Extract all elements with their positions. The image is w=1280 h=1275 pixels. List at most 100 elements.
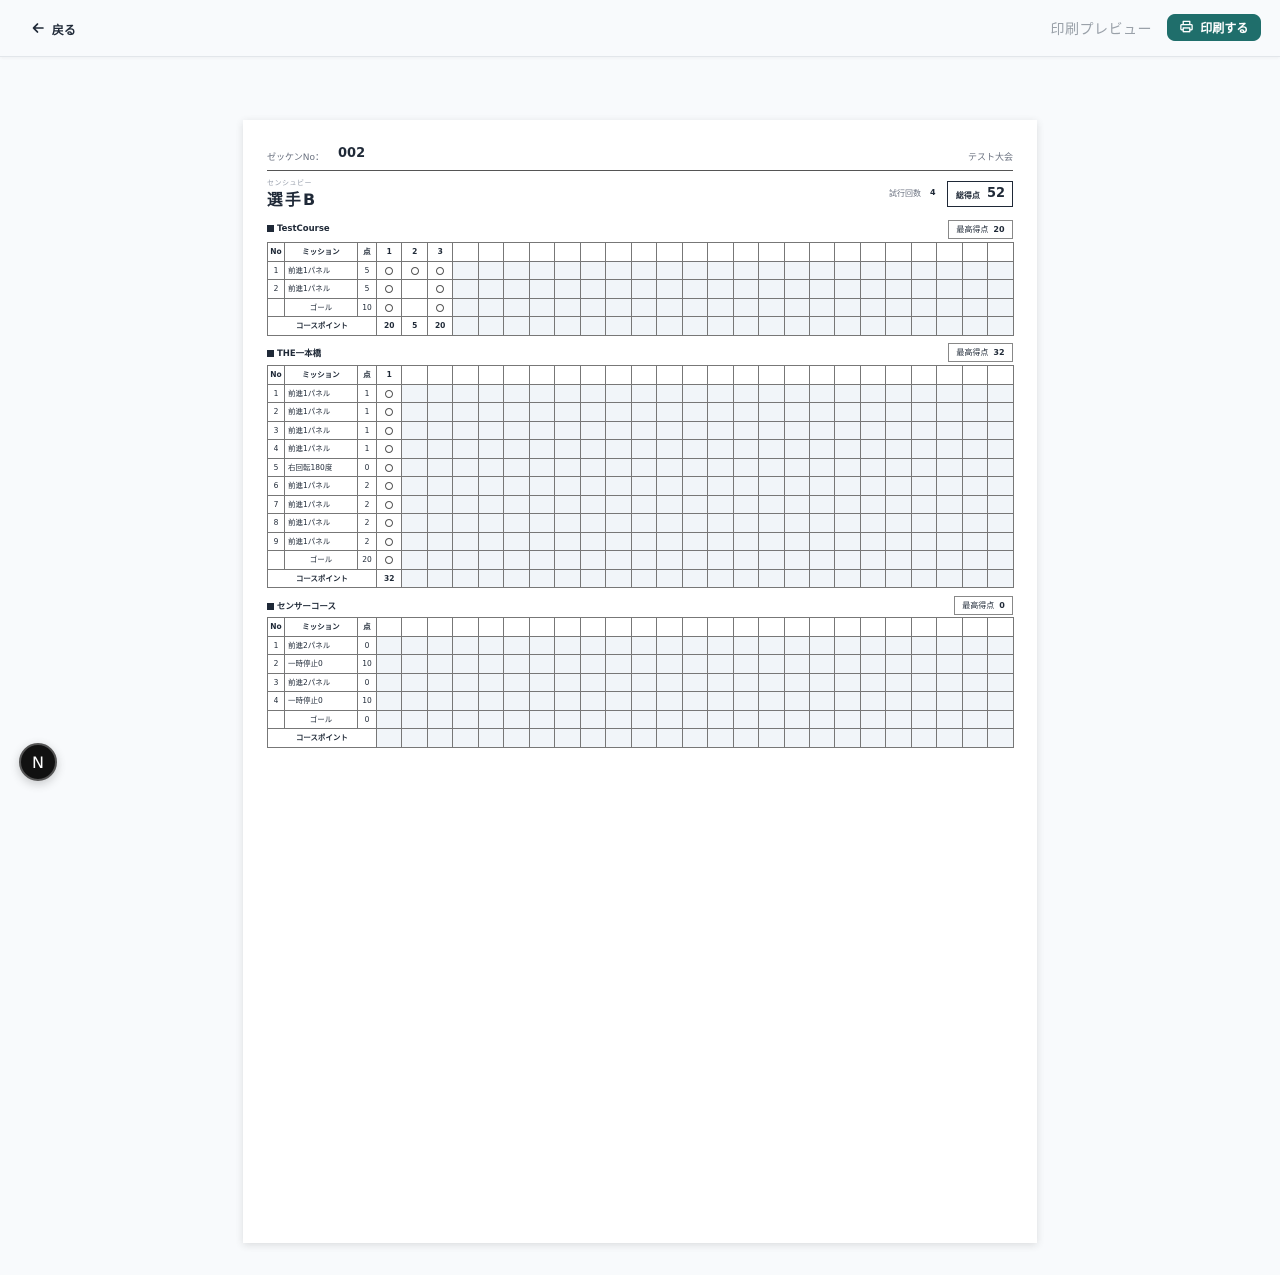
attempt-cell-empty bbox=[707, 513, 734, 533]
attempt-cell-empty bbox=[426, 513, 454, 533]
attempt-cell-empty bbox=[656, 709, 683, 729]
attempt-header-empty bbox=[987, 242, 1014, 262]
attempt-cell-empty bbox=[961, 279, 989, 299]
attempt-cell-empty bbox=[401, 654, 428, 674]
attempt-total-empty bbox=[707, 316, 734, 336]
attempt-total-empty bbox=[605, 316, 632, 336]
attempt-cell-empty bbox=[910, 260, 938, 280]
attempt-header-empty bbox=[375, 617, 403, 637]
attempt-cell-empty bbox=[885, 550, 912, 570]
attempt-cell-empty bbox=[910, 420, 938, 440]
attempt-cell-empty bbox=[732, 439, 760, 459]
mission-name: 前進1パネル bbox=[284, 383, 358, 403]
mission-points: 1 bbox=[357, 439, 377, 459]
attempt-cell-empty bbox=[859, 672, 887, 692]
attempt-cell-empty bbox=[528, 691, 556, 711]
attempt-cell-empty bbox=[605, 383, 632, 403]
attempt-header-empty bbox=[579, 242, 607, 262]
attempt-header-empty bbox=[885, 365, 912, 385]
mission-row: 1 前進2パネル 0 bbox=[267, 635, 1014, 655]
attempt-cell-empty bbox=[961, 494, 989, 514]
attempt-cell-empty bbox=[528, 457, 556, 477]
attempt-total-empty bbox=[885, 316, 912, 336]
attempt-cell-empty bbox=[783, 494, 810, 514]
attempt-cell-empty bbox=[910, 439, 938, 459]
attempt-total-empty bbox=[503, 568, 530, 588]
attempt-total-empty bbox=[630, 316, 658, 336]
back-button[interactable]: 戻る bbox=[30, 18, 76, 40]
attempt-cell-empty bbox=[707, 635, 734, 655]
attempt-total-empty bbox=[375, 728, 403, 748]
mission-points: 2 bbox=[357, 494, 377, 514]
attempt-total-empty bbox=[834, 316, 861, 336]
attempt-cell bbox=[401, 260, 428, 280]
attempt-cell-empty bbox=[834, 260, 861, 280]
attempt-cell-empty bbox=[732, 494, 760, 514]
col-no-header: No bbox=[267, 242, 285, 262]
attempt-cell-empty bbox=[808, 420, 836, 440]
attempt-cell-empty bbox=[987, 279, 1014, 299]
attempt-total-empty bbox=[987, 316, 1014, 336]
attempt-total-empty bbox=[401, 568, 428, 588]
attempt-cell-empty bbox=[910, 654, 938, 674]
attempt-cell-empty bbox=[859, 550, 887, 570]
attempt-cell-empty bbox=[477, 672, 505, 692]
attempt-cell-empty bbox=[426, 709, 454, 729]
attempt-cell-empty bbox=[503, 691, 530, 711]
attempt-header-empty bbox=[605, 617, 632, 637]
attempt-cell-empty bbox=[758, 513, 785, 533]
attempt-cell-empty bbox=[732, 513, 760, 533]
attempt-header-empty bbox=[503, 365, 530, 385]
attempt-cell-empty bbox=[910, 550, 938, 570]
print-button[interactable]: 印刷する bbox=[1167, 14, 1261, 41]
attempt-cell-empty bbox=[987, 383, 1014, 403]
attempt-cell-empty bbox=[630, 439, 658, 459]
attempt-cell-empty bbox=[859, 420, 887, 440]
attempt-cell-empty bbox=[758, 550, 785, 570]
mission-row: 4 前進1パネル 1 bbox=[267, 439, 1014, 459]
mission-no: 3 bbox=[267, 672, 285, 692]
attempt-cell-empty bbox=[834, 439, 861, 459]
back-label: 戻る bbox=[52, 22, 77, 37]
attempt-cell-empty bbox=[630, 691, 658, 711]
dev-tools-badge[interactable]: N bbox=[19, 743, 57, 781]
event-name: テスト大会 bbox=[967, 153, 1013, 163]
attempt-header-empty bbox=[452, 242, 479, 262]
mission-row: 3 前進1パネル 1 bbox=[267, 420, 1014, 440]
attempt-cell-empty bbox=[681, 672, 709, 692]
attempt-cell-empty bbox=[834, 513, 861, 533]
attempt-cell-empty bbox=[528, 402, 556, 422]
attempt-total-empty bbox=[961, 316, 989, 336]
attempt-cell-empty bbox=[503, 476, 530, 496]
attempt-header-empty bbox=[707, 242, 734, 262]
course-score-table: No ミッション点 1 2 3 1 前進1パネル 5 2 前進1パネル 5 ゴール 10 コースポイント 2… bbox=[267, 242, 1014, 336]
attempt-header-empty bbox=[834, 365, 861, 385]
cleared-circle-icon bbox=[385, 426, 394, 435]
attempt-cell-empty bbox=[528, 420, 556, 440]
mission-name: 前進2パネル bbox=[284, 672, 358, 692]
attempt-cell-empty bbox=[758, 383, 785, 403]
attempt-header-empty bbox=[783, 365, 810, 385]
mission-row: 1 前進1パネル 5 bbox=[267, 260, 1014, 280]
attempt-cell-empty bbox=[477, 635, 505, 655]
attempt-total-empty bbox=[936, 728, 963, 748]
attempt-total-empty bbox=[477, 568, 505, 588]
attempt-cell-empty bbox=[987, 420, 1014, 440]
attempt-cell-empty bbox=[783, 635, 810, 655]
attempt-cell-empty bbox=[987, 513, 1014, 533]
mission-row: 5 右回転180度 0 bbox=[267, 457, 1014, 477]
attempt-cell-empty bbox=[401, 709, 428, 729]
cleared-circle-icon bbox=[385, 408, 394, 417]
attempt-cell-empty bbox=[758, 402, 785, 422]
attempt-cell-empty bbox=[987, 402, 1014, 422]
attempt-cell-empty bbox=[732, 635, 760, 655]
mission-no: 2 bbox=[267, 654, 285, 674]
attempt-cell-empty bbox=[477, 476, 505, 496]
attempt-cell-empty bbox=[401, 476, 428, 496]
attempt-header-empty bbox=[452, 617, 479, 637]
attempt-cell-empty bbox=[783, 531, 810, 551]
cleared-circle-icon bbox=[436, 266, 445, 275]
attempt-cell-empty bbox=[554, 531, 581, 551]
mission-no: 4 bbox=[267, 439, 285, 459]
mission-no: 4 bbox=[267, 691, 285, 711]
